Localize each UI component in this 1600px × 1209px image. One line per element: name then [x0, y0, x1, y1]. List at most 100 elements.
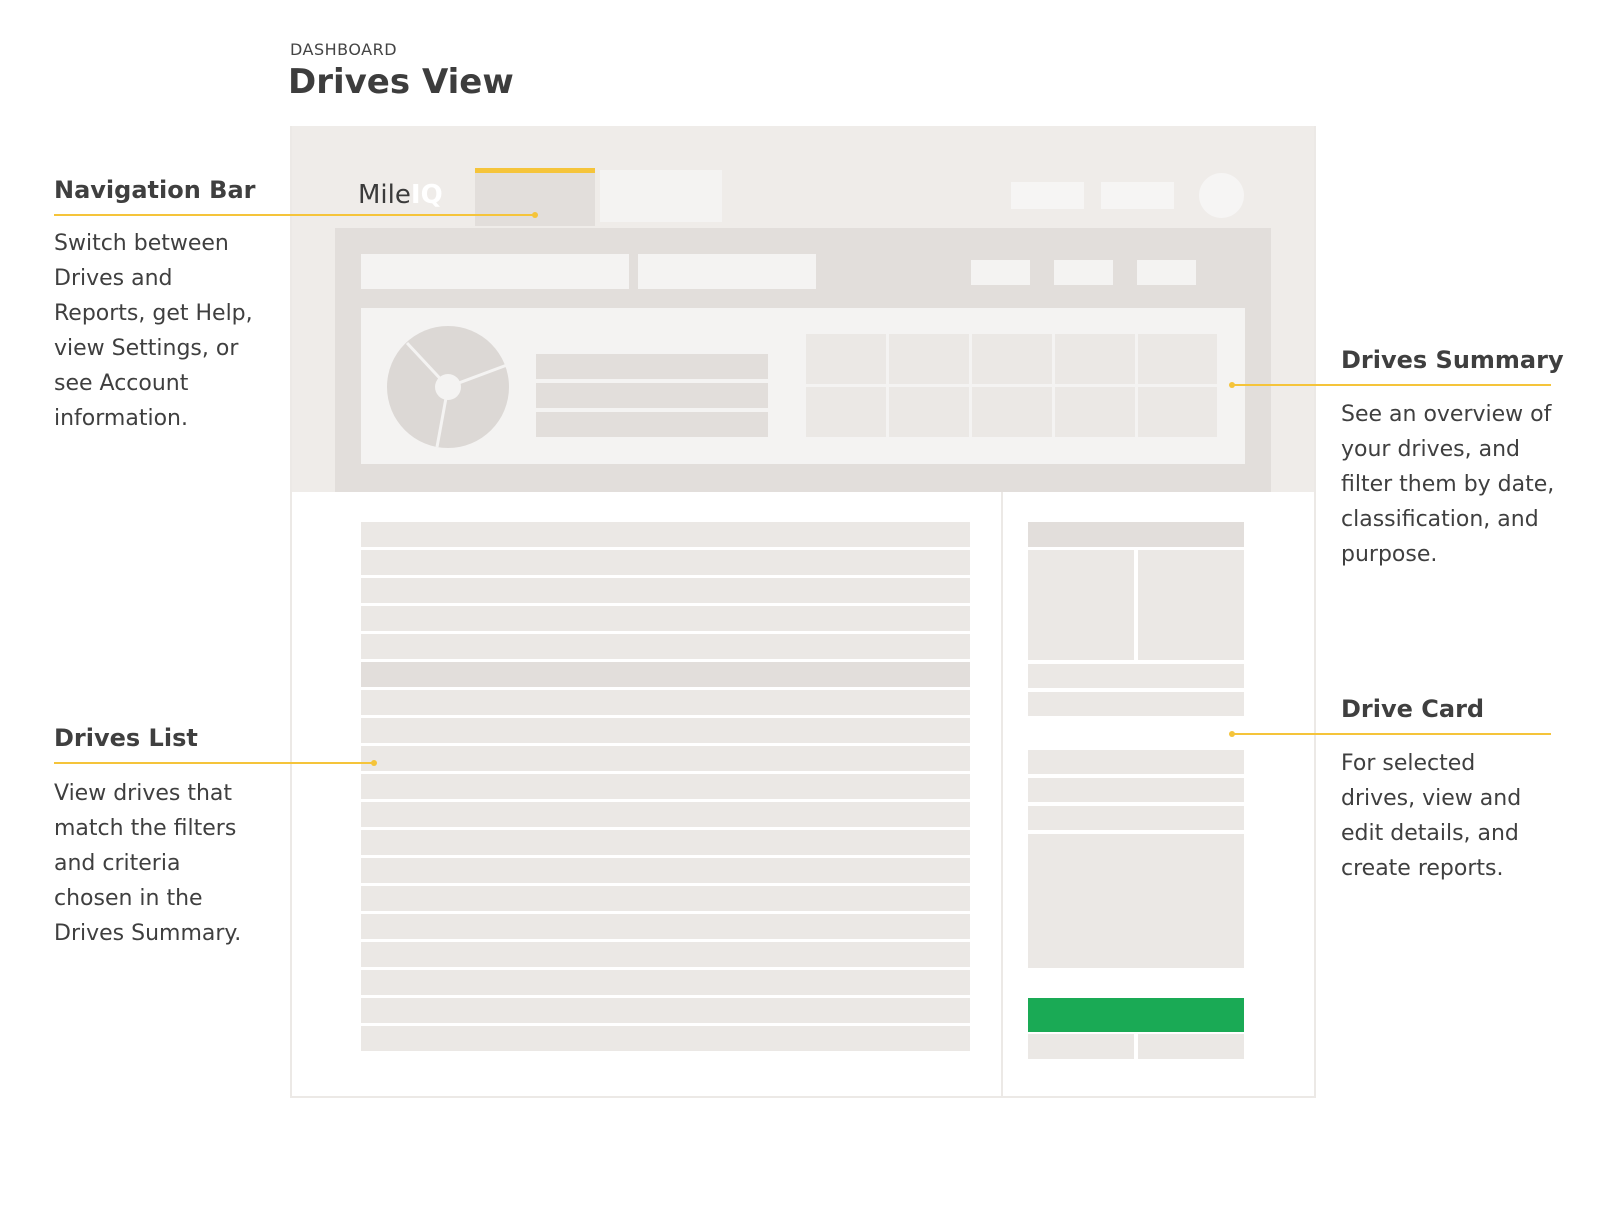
drive-card-annotation-body: For selected drives, view and edit detai…: [1341, 746, 1521, 886]
purpose-cell[interactable]: [1055, 387, 1135, 437]
list-item[interactable]: [361, 522, 970, 547]
purpose-cell[interactable]: [1138, 334, 1217, 384]
list-item[interactable]: [361, 606, 970, 631]
drive-card-header: [1028, 522, 1244, 547]
list-item[interactable]: [361, 942, 970, 967]
summary-stat-1: [536, 354, 768, 379]
pie-chart-icon: [387, 326, 509, 448]
drive-card-field[interactable]: [1028, 692, 1244, 716]
drive-card-annotation-title: Drive Card: [1341, 695, 1485, 723]
drive-card: [1028, 522, 1244, 1062]
drives-list-leader-dot: [371, 760, 377, 766]
navigation-bar-leader: [54, 214, 536, 216]
drives-summary-annotation-body: See an overview of your drives, and filt…: [1341, 397, 1554, 572]
drive-card-notes[interactable]: [1028, 834, 1244, 968]
annotation-line: your drives, and: [1341, 437, 1520, 462]
drive-card-secondary-button[interactable]: [1138, 1034, 1244, 1059]
summary-stat-3: [536, 412, 768, 437]
list-item[interactable]: [361, 774, 970, 799]
annotation-line: For selected: [1341, 751, 1476, 776]
purpose-cell[interactable]: [806, 387, 886, 437]
list-item[interactable]: [361, 886, 970, 911]
annotation-line: see Account: [54, 371, 189, 396]
filter-chip-3[interactable]: [1137, 260, 1196, 285]
annotation-line: Switch between: [54, 231, 229, 256]
annotation-line: classification, and: [1341, 507, 1539, 532]
create-report-button[interactable]: [1028, 998, 1244, 1032]
nav-tab-reports[interactable]: [600, 170, 722, 222]
drive-card-map: [1028, 550, 1134, 660]
drives-summary-leader: [1231, 384, 1551, 386]
nav-account-avatar[interactable]: [1199, 173, 1244, 218]
list-item[interactable]: [361, 914, 970, 939]
annotation-line: Drives Summary.: [54, 921, 242, 946]
drive-card-leader-dot: [1229, 731, 1235, 737]
date-filter[interactable]: [361, 254, 629, 289]
column-divider: [1001, 492, 1003, 1096]
list-item[interactable]: [361, 718, 970, 743]
nav-settings-button[interactable]: [1101, 182, 1174, 209]
list-item[interactable]: [361, 858, 970, 883]
logo: MileIQ: [358, 180, 443, 210]
list-item[interactable]: [361, 746, 970, 771]
drives-list-leader: [54, 762, 374, 764]
annotation-line: view Settings, or: [54, 336, 239, 361]
drive-card-field[interactable]: [1028, 806, 1244, 830]
annotation-line: match the filters: [54, 816, 237, 841]
list-item[interactable]: [361, 634, 970, 659]
summary-stat-2: [536, 383, 768, 408]
annotation-line: Drives and: [54, 266, 173, 291]
purpose-cell[interactable]: [889, 387, 969, 437]
page-title: Drives View: [288, 62, 514, 102]
list-item-selected[interactable]: [361, 662, 970, 687]
list-item[interactable]: [361, 970, 970, 995]
drive-card-details: [1138, 550, 1244, 660]
navigation-bar-annotation-body: Switch between Drives and Reports, get H…: [54, 226, 253, 436]
filter-chip-2[interactable]: [1054, 260, 1113, 285]
annotation-line: View drives that: [54, 781, 233, 806]
annotation-line: filter them by date,: [1341, 472, 1555, 497]
logo-mark: IQ: [410, 180, 443, 210]
purpose-cell[interactable]: [972, 387, 1052, 437]
drive-card-field[interactable]: [1028, 664, 1244, 688]
drive-card-leader: [1231, 733, 1551, 735]
page-eyebrow: DASHBOARD: [290, 40, 398, 59]
purpose-cell[interactable]: [1055, 334, 1135, 384]
purpose-cell[interactable]: [806, 334, 886, 384]
drive-card-field[interactable]: [1028, 778, 1244, 802]
list-item[interactable]: [361, 998, 970, 1023]
list-item[interactable]: [361, 690, 970, 715]
navigation-bar-leader-dot: [532, 212, 538, 218]
drive-card-field[interactable]: [1028, 750, 1244, 774]
logo-text: Mile: [358, 180, 411, 210]
annotation-line: edit details, and: [1341, 821, 1519, 846]
annotation-line: See an overview of: [1341, 402, 1552, 427]
drives-summary-annotation-title: Drives Summary: [1341, 346, 1564, 374]
purpose-grid: [806, 334, 1217, 437]
filter-chip-1[interactable]: [971, 260, 1030, 285]
annotation-line: and criteria: [54, 851, 181, 876]
list-item[interactable]: [361, 1026, 970, 1051]
annotation-line: purpose.: [1341, 542, 1438, 567]
annotation-line: chosen in the: [54, 886, 203, 911]
list-item[interactable]: [361, 578, 970, 603]
annotation-line: information.: [54, 406, 188, 431]
purpose-cell[interactable]: [972, 334, 1052, 384]
nav-tab-active-indicator: [475, 168, 595, 173]
drive-card-secondary-button[interactable]: [1028, 1034, 1134, 1059]
nav-help-button[interactable]: [1011, 182, 1084, 209]
purpose-cell[interactable]: [889, 334, 969, 384]
drives-list-annotation-title: Drives List: [54, 724, 198, 752]
list-item[interactable]: [361, 550, 970, 575]
navigation-bar-annotation-title: Navigation Bar: [54, 176, 256, 204]
drives-list: [361, 522, 970, 1062]
drives-summary-leader-dot: [1229, 382, 1235, 388]
purpose-cell[interactable]: [1138, 387, 1217, 437]
list-item[interactable]: [361, 830, 970, 855]
list-item[interactable]: [361, 802, 970, 827]
annotation-line: drives, view and: [1341, 786, 1522, 811]
drives-list-annotation-body: View drives that match the filters and c…: [54, 776, 241, 951]
annotation-line: create reports.: [1341, 856, 1504, 881]
annotation-line: Reports, get Help,: [54, 301, 253, 326]
classification-filter[interactable]: [638, 254, 816, 289]
